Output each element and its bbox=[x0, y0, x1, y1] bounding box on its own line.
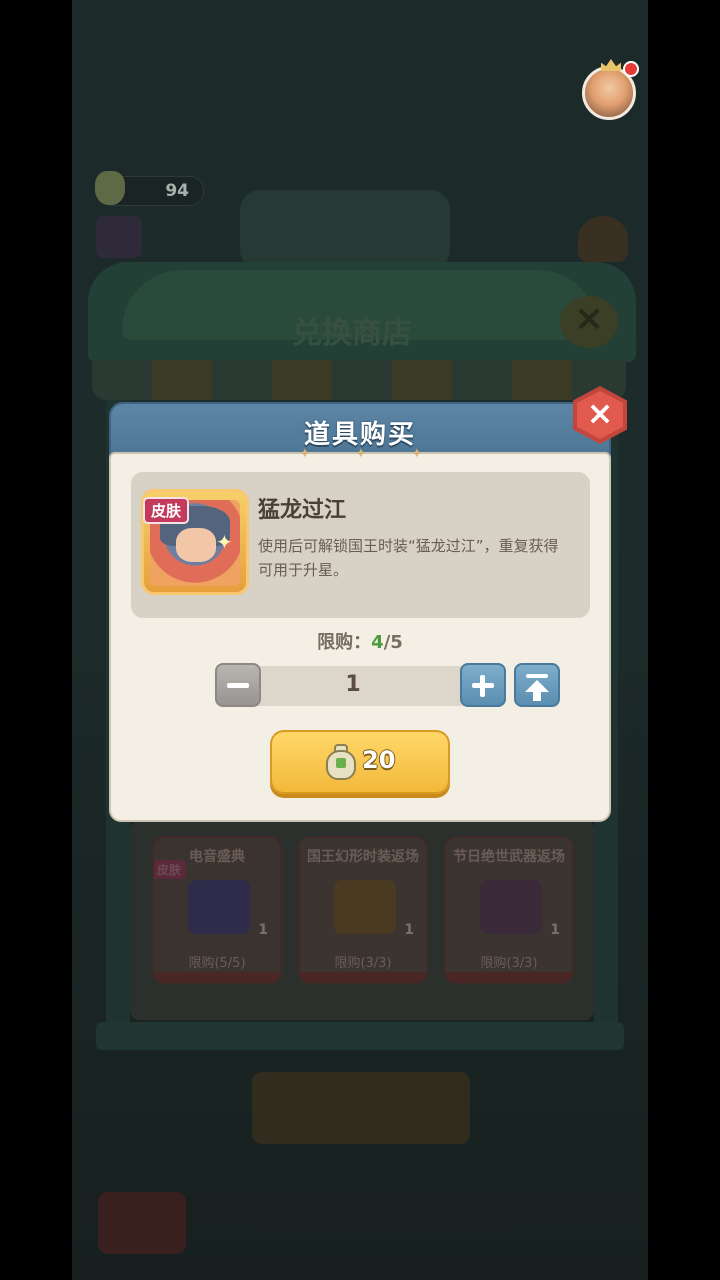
card-count: 1 bbox=[404, 922, 414, 938]
skin-tag: 皮肤 bbox=[143, 497, 190, 524]
buy-button[interactable] bbox=[270, 730, 450, 794]
gift-icon bbox=[96, 216, 142, 258]
event-icon bbox=[578, 216, 628, 262]
item-portrait-face bbox=[176, 528, 216, 562]
shop-card-3[interactable]: 节日绝世武器返场 1 限购(3/3) bbox=[444, 836, 574, 984]
card-price-bar bbox=[154, 972, 280, 982]
card-price-bar bbox=[300, 972, 426, 982]
buy-price: 20 bbox=[362, 746, 396, 774]
decrease-button[interactable] bbox=[215, 663, 261, 707]
item-name: 猛龙过江 bbox=[258, 498, 347, 523]
notification-dot bbox=[623, 61, 639, 77]
gift-box-icon bbox=[334, 880, 396, 934]
purchase-limit: 限购：4/5 bbox=[0, 628, 720, 654]
card-limit: 限购(5/5) bbox=[188, 956, 246, 971]
start-button[interactable] bbox=[252, 1072, 470, 1144]
card-count: 1 bbox=[258, 922, 268, 938]
sparkle-icon: ✦ bbox=[299, 446, 311, 462]
gift-box-icon bbox=[480, 880, 542, 934]
card-count: 1 bbox=[550, 922, 560, 938]
shop-card-1[interactable]: 电音盛典 皮肤 1 限购(5/5) bbox=[152, 836, 282, 984]
gift-box-icon bbox=[188, 880, 250, 934]
card-limit: 限购(3/3) bbox=[334, 956, 392, 971]
close-icon: × bbox=[574, 298, 605, 339]
limit-total: /5 bbox=[383, 632, 403, 653]
currency-value: 94 bbox=[165, 181, 189, 201]
limit-label: 限购： bbox=[317, 632, 372, 653]
max-arrow-icon bbox=[526, 674, 548, 678]
limit-current: 4 bbox=[371, 632, 384, 653]
card-title: 节日绝世武器返场 bbox=[453, 849, 565, 865]
money-bag-icon bbox=[324, 742, 358, 780]
back-button[interactable] bbox=[98, 1192, 186, 1254]
item-description: 使用后可解锁国王时装“猛龙过江”，重复获得可用于升星。 bbox=[258, 537, 559, 579]
increase-button[interactable] bbox=[460, 663, 506, 707]
card-limit: 限购(3/3) bbox=[480, 956, 538, 971]
close-icon: × bbox=[586, 394, 614, 432]
quantity-value[interactable]: 1 bbox=[238, 672, 468, 697]
card-price-bar bbox=[446, 972, 572, 982]
shop-title: 兑换商店 bbox=[292, 316, 412, 351]
king-avatar-icon[interactable] bbox=[582, 59, 639, 120]
currency-display: 94 bbox=[95, 171, 204, 206]
sparkle-icon: ✦ bbox=[216, 530, 233, 554]
minus-icon bbox=[227, 683, 249, 688]
dialog-close-button[interactable]: × bbox=[573, 386, 627, 444]
money-bag-icon bbox=[95, 171, 125, 205]
event-banner bbox=[240, 190, 450, 270]
sparkle-icon: ✦ bbox=[411, 446, 423, 462]
shop-card-2[interactable]: 国王幻形时装返场 1 限购(3/3) bbox=[298, 836, 428, 984]
max-quantity-button[interactable] bbox=[514, 663, 560, 707]
shop-awning bbox=[92, 360, 626, 400]
skin-tag: 皮肤 bbox=[154, 860, 187, 879]
sparkle-icon: ✦ bbox=[355, 446, 367, 462]
shop-counter bbox=[96, 1022, 624, 1050]
card-title: 国王幻形时装返场 bbox=[307, 849, 419, 865]
